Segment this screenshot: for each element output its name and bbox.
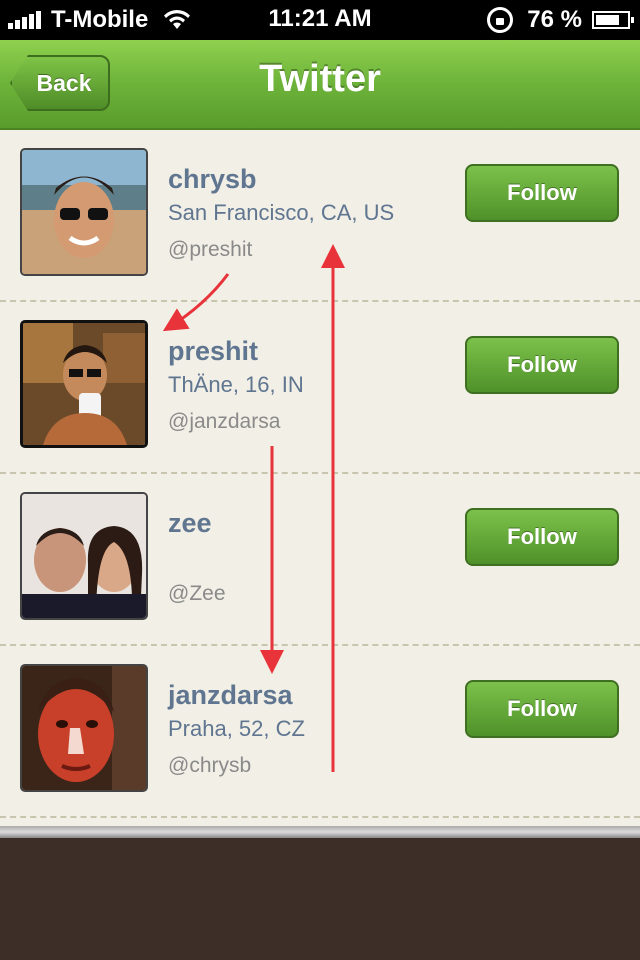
user-name[interactable]: preshit: [168, 336, 258, 367]
battery-icon: [592, 11, 634, 29]
user-list: chrysb San Francisco, CA, US @preshit Fo…: [0, 130, 640, 826]
user-name[interactable]: chrysb: [168, 164, 257, 195]
user-location: Praha, 52, CZ: [168, 716, 305, 741]
background-panel: [0, 838, 640, 960]
list-item: zee @Zee Follow: [0, 474, 640, 646]
user-handle: @Zee: [168, 582, 226, 605]
user-handle: @preshit: [168, 238, 253, 261]
follow-button[interactable]: Follow: [465, 336, 619, 394]
navigation-bar: Back Twitter: [0, 40, 640, 130]
page-title: Twitter: [259, 58, 381, 100]
avatar: [20, 148, 148, 276]
battery-percent: 76 %: [527, 6, 582, 33]
avatar: [20, 664, 148, 792]
follow-button[interactable]: Follow: [465, 680, 619, 738]
user-handle: @chrysb: [168, 754, 252, 777]
list-item: preshit ThÄne, 16, IN @janzdarsa Follow: [0, 302, 640, 474]
list-item: chrysb San Francisco, CA, US @preshit Fo…: [0, 130, 640, 302]
list-bottom-edge: [0, 826, 640, 838]
follow-button[interactable]: Follow: [465, 508, 619, 566]
user-handle: @janzdarsa: [168, 410, 281, 433]
rotation-lock-icon: [487, 7, 514, 33]
user-name[interactable]: janzdarsa: [168, 680, 293, 711]
status-bar: T-Mobile 11:21 AM 76 %: [0, 0, 640, 40]
user-location: ThÄne, 16, IN: [168, 372, 304, 397]
user-name[interactable]: zee: [168, 508, 212, 539]
follow-button[interactable]: Follow: [465, 164, 619, 222]
avatar: [20, 320, 148, 448]
list-item: janzdarsa Praha, 52, CZ @chrysb Follow: [0, 646, 640, 818]
avatar: [20, 492, 148, 620]
user-location: San Francisco, CA, US: [168, 200, 395, 225]
